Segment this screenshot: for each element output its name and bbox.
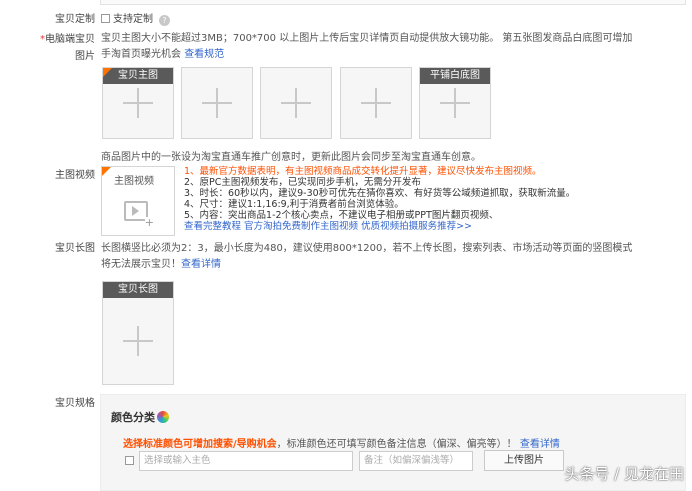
video-tip-4: 4、尺寸：建议1:1,16:9,利于消费者前台浏览体验。: [184, 199, 404, 210]
long-image-tag: 宝贝长图: [103, 282, 173, 298]
full-tutorial-link[interactable]: 查看完整教程: [184, 221, 241, 232]
long-image-upload[interactable]: 宝贝长图: [102, 281, 174, 385]
color-wheel-icon: [157, 411, 169, 423]
image-slot-2[interactable]: [181, 67, 253, 139]
image-slot-tag: 平铺白底图: [420, 68, 490, 84]
official-video-link[interactable]: 官方淘拍免费制作主图视频: [244, 221, 358, 232]
long-image-details-link[interactable]: 查看详情: [181, 259, 221, 270]
color-category-title: 颜色分类: [111, 409, 169, 425]
video-tip-5: 5、内容：突出商品1-2个核心卖点，不建议电子相册或PPT图片翻页视频、: [184, 210, 499, 221]
upload-image-button[interactable]: 上传图片: [484, 450, 564, 471]
support-customization-label: 支持定制: [113, 14, 153, 25]
image-slot-3[interactable]: [260, 67, 332, 139]
image-slot-tag: 宝贝主图: [103, 68, 173, 84]
pc-images-description: 宝贝主图大小不能超过3MB；700*700 以上图片上传后宝贝详情页自动提供放大…: [101, 33, 633, 60]
standard-color-warning: 选择标准颜色可增加搜索/导购机会: [123, 439, 277, 450]
add-image-icon: [440, 88, 470, 118]
video-tip-2: 2、原PC主图视频发布，已实现同步手机，无需分开发布: [184, 177, 421, 188]
add-image-icon: [281, 88, 311, 118]
corner-marker: [102, 167, 111, 176]
spec-label: 宝贝规格: [55, 398, 95, 409]
customization-label: 宝贝定制: [55, 14, 95, 25]
main-video-tips: 1、最新官方数据表明，有主图视频商品成交转化提升显著，建议尽快发布主图视频。 2…: [184, 166, 575, 232]
image-slot-main[interactable]: 宝贝主图: [102, 67, 174, 139]
color-remark-input[interactable]: 备注（如偏深偏浅等）: [359, 451, 473, 471]
add-image-icon: [123, 326, 153, 356]
main-video-label: 主图视频: [55, 170, 95, 181]
add-video-icon: [124, 201, 154, 228]
support-customization-checkbox[interactable]: [101, 14, 110, 23]
main-video-box-label: 主图视频: [114, 176, 154, 187]
color-note: 选择标准颜色可增加搜索/导购机会，标准颜色还可填写颜色备注信息（偏深、偏亮等）！…: [123, 439, 560, 450]
main-video-upload[interactable]: 主图视频: [101, 166, 175, 236]
through-train-note: 商品图片中的一张设为淘宝直通车推广创意时，更新此图片会同步至淘宝直通车创意。: [101, 152, 481, 163]
corner-marker: [103, 68, 112, 77]
video-tip-1: 1、最新官方数据表明，有主图视频商品成交转化提升显著，建议尽快发布主图视频。: [184, 166, 542, 177]
customization-option[interactable]: 支持定制?: [101, 12, 170, 28]
pc-images-label: *电脑端宝贝 图片: [40, 34, 95, 62]
add-image-icon: [202, 88, 232, 118]
view-spec-link[interactable]: 查看规范: [184, 49, 224, 60]
video-service-link[interactable]: 优质视频拍摄服务推荐>>: [361, 221, 472, 232]
color-details-link[interactable]: 查看详情: [520, 439, 560, 450]
color-checkbox[interactable]: [125, 456, 134, 465]
add-image-icon: [361, 88, 391, 118]
watermark: 头条号 / 见龙在田: [564, 465, 684, 483]
long-image-label: 宝贝长图: [55, 243, 95, 254]
image-slot-4[interactable]: [340, 67, 412, 139]
top-panel-edge: [100, 0, 686, 5]
video-tip-3: 3、时长：60秒以内，建议9-30秒可优先在猜你喜欢、有好货等公域频道抓取，获取…: [184, 188, 576, 199]
image-slot-white-background[interactable]: 平铺白底图: [419, 67, 491, 139]
main-color-input[interactable]: 选择或输入主色: [139, 451, 353, 471]
long-image-description: 长图横竖比必须为2：3，最小长度为480，建议使用800*1200，若不上传长图…: [101, 243, 633, 270]
question-icon[interactable]: ?: [159, 15, 170, 26]
add-image-icon: [123, 88, 153, 118]
